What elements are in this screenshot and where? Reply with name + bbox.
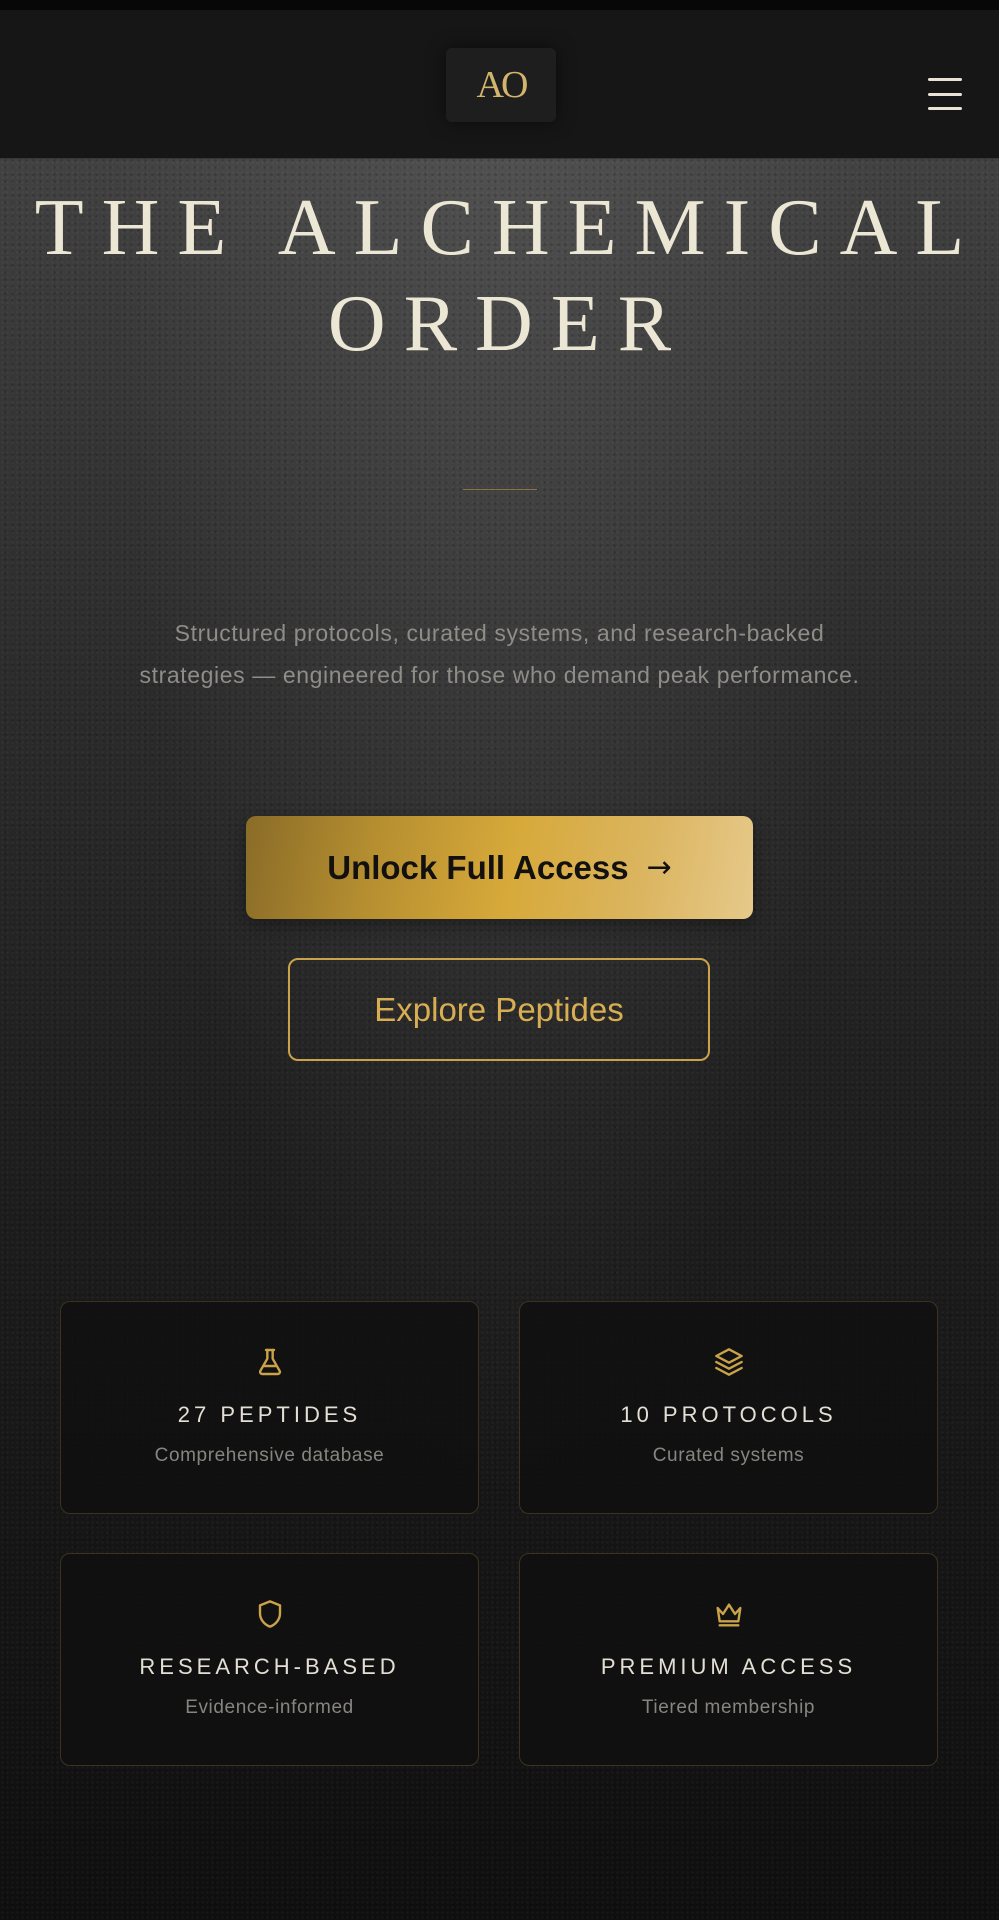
flask-icon: [258, 1348, 282, 1376]
hero-title-line-2: ORDER: [327, 280, 690, 368]
landing-page: AO THE ALCHEMICAL ORDER Structured proto…: [0, 0, 999, 1920]
explore-button-label: Explore Peptides: [374, 990, 624, 1028]
gold-divider: [463, 489, 537, 490]
feature-subtitle: Tiered membership: [641, 1697, 816, 1718]
feature-subtitle: Comprehensive database: [154, 1445, 385, 1466]
explore-peptides-button[interactable]: Explore Peptides: [288, 958, 710, 1061]
status-strip: [0, 0, 999, 10]
hero-tagline-line-1: Structured protocols, curated systems, a…: [174, 620, 825, 646]
feature-subtitle: Evidence-informed: [185, 1697, 354, 1718]
unlock-full-access-button[interactable]: Unlock Full Access →: [246, 816, 753, 919]
feature-card-peptides: 27 PEPTIDES Comprehensive database: [60, 1301, 479, 1514]
feature-title: PREMIUM ACCESS: [600, 1654, 857, 1679]
menu-bar-bottom: [928, 107, 962, 110]
feature-title: RESEARCH-BASED: [139, 1654, 400, 1679]
feature-card-research: RESEARCH-BASED Evidence-informed: [60, 1553, 479, 1766]
hamburger-menu-icon[interactable]: [928, 78, 964, 110]
brand-logo[interactable]: AO: [446, 48, 556, 122]
hero-tagline-line-2: strategies — engineered for those who de…: [139, 662, 860, 688]
hero-title: THE ALCHEMICAL ORDER: [0, 180, 999, 372]
layers-icon: [715, 1348, 743, 1376]
feature-title: 27 PEPTIDES: [177, 1402, 362, 1427]
feature-card-premium: PREMIUM ACCESS Tiered membership: [519, 1553, 938, 1766]
unlock-button-label: Unlock Full Access: [327, 848, 629, 886]
crown-icon: [716, 1603, 742, 1627]
menu-bar-middle: [928, 92, 962, 96]
top-navbar: AO: [0, 10, 999, 159]
feature-title: 10 PROTOCOLS: [620, 1402, 837, 1427]
hero-tagline: Structured protocols, curated systems, a…: [60, 612, 939, 696]
hero-title-line-1: THE ALCHEMICAL: [34, 184, 983, 272]
shield-icon: [258, 1600, 282, 1628]
feature-card-protocols: 10 PROTOCOLS Curated systems: [519, 1301, 938, 1514]
menu-bar-top: [928, 78, 962, 81]
feature-subtitle: Curated systems: [652, 1445, 805, 1466]
logo-monogram: AO: [476, 64, 529, 106]
arrow-right-icon: →: [646, 849, 672, 885]
